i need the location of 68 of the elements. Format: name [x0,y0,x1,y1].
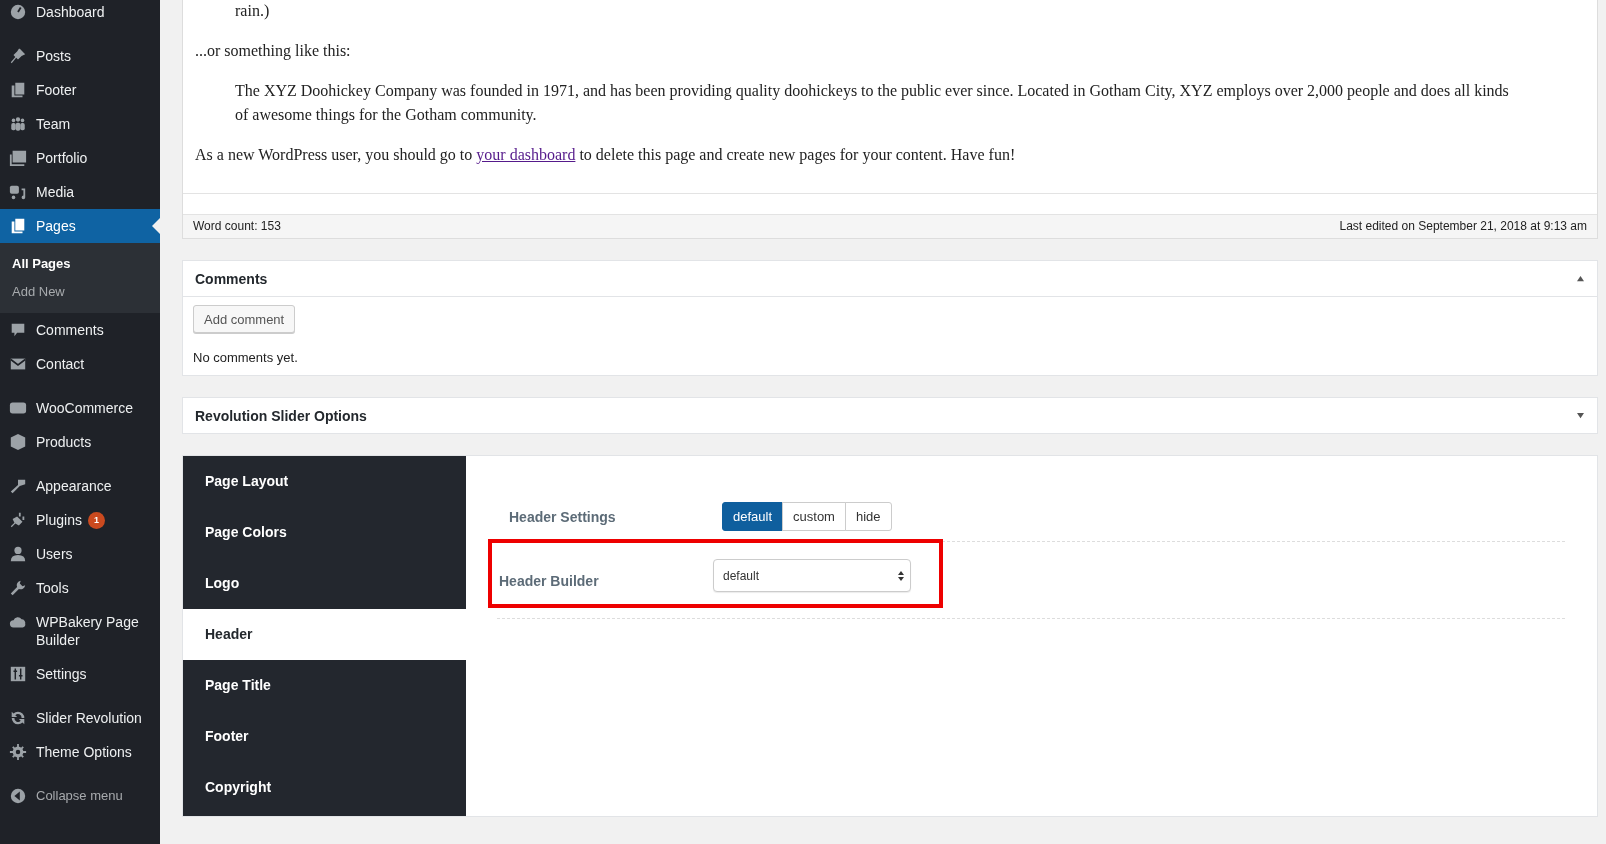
panel-title: Revolution Slider Options [195,407,367,424]
sidebar-item[interactable]: Comments [0,313,160,347]
speech-bubble-icon [9,321,27,339]
segment-button[interactable]: hide [844,502,892,531]
sidebar-item[interactable]: Pages [0,209,160,243]
field-label: Header Settings [509,508,617,525]
field-label: Header Builder [499,573,600,589]
cube-icon [9,433,27,451]
add-comment-button[interactable]: Add comment [193,305,296,333]
brush-icon [9,477,27,495]
options-tab[interactable]: Logo [183,558,466,609]
refresh-icon [9,709,27,727]
sidebar-item[interactable]: Slider Revolution [0,701,160,735]
paragraph: As a new WordPress user, you should go to your dashboard to delete this page and create new pages for your content. Have fun! [195,145,1017,166]
options-tab[interactable]: Copyright [183,762,466,813]
people-icon [9,115,27,133]
sidebar-item[interactable]: Tools [0,571,160,605]
collapse-icon [9,787,27,805]
options-tab[interactable]: Page Layout [183,456,466,507]
pin-icon [9,47,27,65]
images-icon [9,149,27,167]
paragraph: ...or something like this: [195,41,352,62]
segment-button[interactable]: custom [782,502,846,531]
quote-paragraph: The XYZ Doohickey Company was founded in 1971, and has been providing quality doohickeys to the public ever since. Located in Gotham City, XYZ employs over 2,000 people and does all kinds of awesome things for the Gotham community. [234,81,1510,126]
media-icon [9,183,27,201]
up-down-arrows-icon [898,569,904,582]
sidebar-item[interactable]: Dashboard [0,0,160,29]
sidebar-item[interactable]: Contact [0,347,160,381]
header-builder-select[interactable]: default [713,559,911,592]
options-tab[interactable]: Footer [183,711,466,762]
sliders-icon [9,665,27,683]
sidebar-item[interactable]: Products [0,425,160,459]
sidebar-item[interactable]: WPBakery Page Builder [0,605,160,657]
sidebar-item[interactable]: Theme Options [0,735,160,769]
plug-icon [9,511,27,529]
panel-title: Comments [195,270,268,287]
submenu-item[interactable]: All Pages [0,250,160,278]
sidebar-item[interactable]: Footer [0,73,160,107]
options-tab[interactable]: Header [183,609,466,660]
segment-button[interactable]: default [722,502,784,531]
expand-arrow-icon[interactable] [1576,412,1585,419]
sidebar-item[interactable]: Settings [0,657,160,691]
submenu-item[interactable]: Add New [0,278,160,306]
sidebar-item[interactable]: Posts [0,39,160,73]
current-item-pointer-icon [152,218,160,234]
collapse-menu-button[interactable]: Collapse menu [0,779,160,813]
options-tab[interactable]: Page Colors [183,507,466,558]
pages-icon [9,217,27,235]
sidebar-item[interactable]: Plugins 1 [0,503,160,537]
last-edited-text: Last edited on September 21, 2018 at 9:13 am [1339,218,1587,235]
sidebar-item[interactable]: Appearance [0,469,160,503]
word-count: Word count: 153 [193,218,281,235]
update-count-badge: 1 [87,512,105,529]
user-icon [9,545,27,563]
gauge-icon [9,3,27,21]
sidebar-item[interactable]: Portfolio [0,141,160,175]
sidebar-item[interactable]: Users [0,537,160,571]
dashboard-link[interactable]: your dashboard [476,146,576,163]
wrench-icon [9,579,27,597]
pages-icon [9,81,27,99]
sidebar-item[interactable]: Team [0,107,160,141]
sidebar-item[interactable]: WooCommerce [0,391,160,425]
collapse-arrow-icon[interactable] [1576,275,1585,282]
quote-paragraph: rain.) [234,1,271,22]
settings-icon [9,743,27,761]
options-tab[interactable]: Page Title [183,660,466,711]
sidebar-item[interactable]: Media [0,175,160,209]
no-comments-text: No comments yet. [193,350,299,365]
